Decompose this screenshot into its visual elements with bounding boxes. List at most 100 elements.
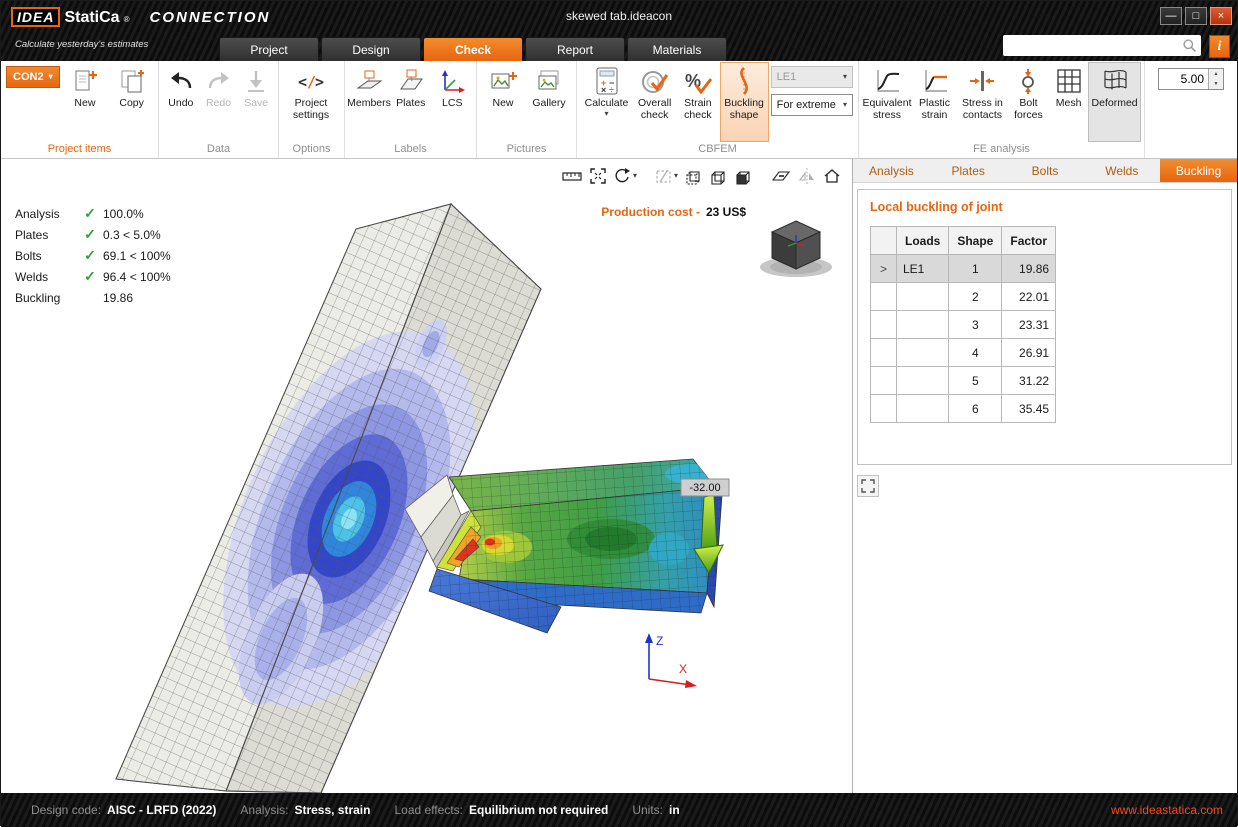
load-effects-label: Load effects: [394, 803, 463, 817]
svg-text:<: < [298, 73, 307, 91]
ribbon-tab-bar: Project Design Check Report Materials [219, 37, 727, 61]
cube-solid-icon [735, 167, 753, 185]
save-icon [241, 66, 271, 96]
calculate-button[interactable]: +−×÷ Calculate ▾ [580, 62, 633, 142]
undo-button[interactable]: Undo [162, 62, 200, 142]
buckling-shape-button[interactable]: Buckling shape [720, 62, 769, 142]
app-window: IDEA StatiCa ® CONNECTION skewed tab.ide… [0, 0, 1238, 826]
table-row[interactable]: 4 26.91 [871, 339, 1056, 367]
analysis-value: Stress, strain [294, 803, 370, 817]
group-label-options: Options [282, 142, 341, 158]
check-summary: Analysis ✓ 100.0% Plates ✓ 0.3 < 5.0% Bo… [15, 203, 171, 308]
view-cube[interactable] [754, 215, 838, 281]
group-fe-analysis: Equivalent stress Plastic strain Stress … [859, 61, 1145, 158]
load-value-label: -32.00 [681, 479, 729, 496]
table-row[interactable]: 6 35.45 [871, 395, 1056, 423]
results-tab-buckling[interactable]: Buckling [1160, 159, 1237, 182]
results-panel: Analysis Plates Bolts Welds Buckling Loc… [853, 159, 1237, 793]
cbfem-dropdowns: LE1 ▾ For extreme ▾ [769, 61, 855, 116]
strain-check-button[interactable]: % Strain check [676, 62, 719, 142]
welds-display-button[interactable] [768, 164, 794, 188]
search-input[interactable] [1007, 38, 1182, 54]
zoom-fit-button[interactable] [586, 164, 610, 188]
tab-materials[interactable]: Materials [627, 37, 727, 61]
measure-button[interactable] [559, 164, 585, 188]
lcs-labels-button[interactable]: LCS [432, 62, 474, 142]
deformed-button[interactable]: Deformed [1088, 62, 1141, 142]
buckling-results-box: Local buckling of joint Loads Shape Fact… [857, 189, 1232, 465]
redo-button[interactable]: Redo [200, 62, 238, 142]
table-row[interactable]: 3 23.31 [871, 311, 1056, 339]
plastic-strain-button[interactable]: Plastic strain [912, 62, 957, 142]
members-labels-button[interactable]: Members [348, 62, 390, 142]
minimize-icon: — [1166, 11, 1177, 22]
gallery-button[interactable]: Gallery [526, 62, 572, 142]
view-solid-button[interactable] [732, 164, 756, 188]
view-hidden-lines-button[interactable] [682, 164, 706, 188]
tab-report[interactable]: Report [525, 37, 625, 61]
tab-design[interactable]: Design [321, 37, 421, 61]
equivalent-stress-button[interactable]: Equivalent stress [862, 62, 912, 142]
section-clip-button[interactable]: ▾ [652, 164, 681, 188]
project-settings-button[interactable]: </> Project settings [282, 62, 340, 142]
results-tab-plates[interactable]: Plates [930, 159, 1007, 182]
new-picture-button[interactable]: New [480, 62, 526, 142]
svg-text:X: X [679, 662, 687, 676]
units-label: Units: [632, 803, 663, 817]
load-case-dropdown[interactable]: LE1 ▾ [771, 66, 853, 88]
results-tab-welds[interactable]: Welds [1083, 159, 1160, 182]
mirror-view-button[interactable] [795, 164, 819, 188]
ruler-icon [562, 167, 582, 185]
new-item-button[interactable]: New [62, 62, 109, 142]
model-viewport[interactable]: -32.00 Z X [1, 159, 853, 793]
close-button[interactable]: × [1210, 7, 1232, 25]
group-label-fe-analysis: FE analysis [862, 142, 1141, 158]
scale-down-button[interactable]: ▼ [1209, 79, 1223, 89]
mesh-grid-icon [1054, 66, 1084, 96]
rotate-view-button[interactable]: ▾ [611, 164, 640, 188]
tab-check[interactable]: Check [423, 37, 523, 61]
check-row-plates: Plates ✓ 0.3 < 5.0% [15, 224, 171, 245]
check-row-welds: Welds ✓ 96.4 < 100% [15, 266, 171, 287]
view-wireframe-button[interactable] [707, 164, 731, 188]
coordinate-axes: Z X [645, 633, 697, 688]
expand-panel-button[interactable] [857, 475, 879, 497]
table-row[interactable]: 2 22.01 [871, 283, 1056, 311]
table-row[interactable]: 5 31.22 [871, 367, 1056, 395]
website-link[interactable]: www.ideastatica.com [1111, 803, 1223, 817]
info-button[interactable]: i [1209, 35, 1230, 58]
results-tab-bolts[interactable]: Bolts [1007, 159, 1084, 182]
save-button[interactable]: Save [237, 62, 275, 142]
gallery-icon [534, 66, 564, 96]
minimize-button[interactable]: — [1160, 7, 1182, 25]
strain-check-icon: % [683, 66, 713, 96]
home-view-button[interactable] [820, 164, 844, 188]
window-title: skewed tab.ideacon [301, 9, 937, 23]
pass-check-icon: ✓ [77, 268, 103, 285]
buckling-results-title: Local buckling of joint [870, 200, 1219, 214]
group-label-project-items: Project items [4, 142, 155, 158]
group-deform-scale: ▲ ▼ [1145, 61, 1237, 158]
mesh-button[interactable]: Mesh [1049, 62, 1088, 142]
deformation-scale-input[interactable] [1159, 69, 1208, 89]
beam-mesh [426, 449, 736, 644]
new-page-icon [70, 66, 100, 96]
extreme-dropdown[interactable]: For extreme ▾ [771, 94, 853, 116]
rotate-icon [614, 167, 632, 185]
connection-selector[interactable]: CON2 ▾ [6, 66, 60, 88]
bolt-forces-button[interactable]: Bolt forces [1008, 62, 1049, 142]
pass-check-icon: ✓ [77, 247, 103, 264]
table-row[interactable]: > LE1 1 19.86 [871, 255, 1056, 283]
new-picture-icon [488, 66, 518, 96]
results-tab-analysis[interactable]: Analysis [853, 159, 930, 182]
scale-up-button[interactable]: ▲ [1209, 69, 1223, 79]
plates-labels-button[interactable]: Plates [390, 62, 432, 142]
overall-check-button[interactable]: Overall check [633, 62, 676, 142]
production-cost: Production cost - 23 US$ [601, 205, 746, 219]
maximize-button[interactable]: □ [1185, 7, 1207, 25]
svg-text:-32.00: -32.00 [689, 482, 720, 494]
copy-item-button[interactable]: Copy [108, 62, 155, 142]
redo-icon [204, 66, 234, 96]
tab-project[interactable]: Project [219, 37, 319, 61]
stress-in-contacts-button[interactable]: Stress in contacts [957, 62, 1008, 142]
